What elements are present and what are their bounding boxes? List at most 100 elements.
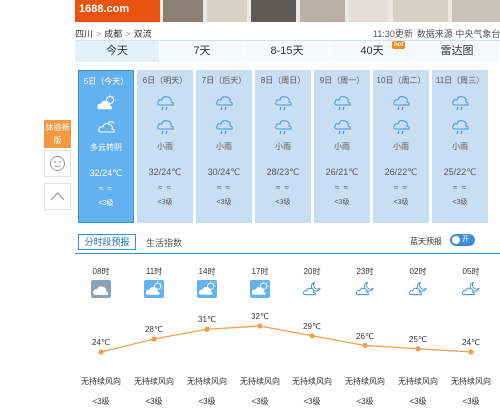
wind-direction-icon: ≈ ≈ bbox=[275, 183, 290, 192]
tab-7-days[interactable]: 7天 bbox=[160, 41, 245, 62]
hour-wind-level: <3级 bbox=[92, 397, 110, 406]
forecast-tabs: 今天 7天 8-15天 40天 雷达图 bbox=[75, 40, 500, 62]
day-weather: 多云转阴 bbox=[90, 143, 122, 152]
hour-wind-direction: 无持续风向 bbox=[292, 377, 332, 386]
day-temperature: 28/23℃ bbox=[266, 167, 300, 177]
day-column[interactable]: 11日（周三） 小雨 25/22℃ ≈ ≈ <3级 bbox=[432, 70, 488, 223]
day-date: 7日（后天） bbox=[201, 76, 247, 85]
temperature-data-label: 31℃ bbox=[198, 315, 216, 325]
light-rain-icon bbox=[390, 93, 412, 111]
day-temperature: 32/24℃ bbox=[89, 168, 123, 178]
overcast-icon bbox=[91, 280, 111, 298]
toggle-label: 开 bbox=[462, 236, 469, 243]
day-column[interactable]: 9日（周一） 小雨 26/21℃ ≈ ≈ <3级 bbox=[314, 70, 370, 223]
breadcrumb-province[interactable]: 四川 bbox=[75, 29, 93, 39]
data-source: 数据来源 中央气象台 bbox=[416, 29, 500, 39]
ad-image[interactable] bbox=[163, 0, 203, 22]
ad-image[interactable] bbox=[393, 0, 448, 22]
ad-image[interactable] bbox=[207, 0, 247, 22]
temperature-data-label: 32℃ bbox=[251, 312, 269, 321]
wind-level: <3级 bbox=[98, 200, 114, 207]
day-column[interactable]: 8日（周日） 小雨 28/23℃ ≈ ≈ <3级 bbox=[255, 70, 311, 223]
tab-today[interactable]: 今天 bbox=[75, 41, 160, 62]
day-date: 8日（周日） bbox=[260, 76, 306, 85]
day-column[interactable]: 10日（周二） 小雨 26/22℃ ≈ ≈ <3级 bbox=[373, 70, 429, 223]
hour-wind-level: <3级 bbox=[462, 397, 480, 406]
wind-level: <3级 bbox=[334, 199, 350, 206]
feedback-button[interactable] bbox=[44, 150, 71, 177]
blue-sky-toggle[interactable]: 开 bbox=[450, 234, 475, 246]
day-weather: 小雨 bbox=[452, 142, 468, 151]
temperature-point bbox=[257, 323, 263, 329]
temperature-data-label: 26℃ bbox=[356, 331, 374, 341]
day-date: 10日（周二） bbox=[376, 76, 426, 85]
partly-cloudy-icon bbox=[144, 280, 164, 298]
wind-level: <3级 bbox=[275, 199, 291, 206]
ad-image[interactable] bbox=[452, 0, 500, 22]
ad-logo[interactable]: 1688.com bbox=[75, 0, 160, 22]
hour-time: 02时 bbox=[409, 267, 427, 276]
ad-image[interactable] bbox=[349, 0, 389, 22]
hour-time: 08时 bbox=[92, 267, 110, 276]
temperature-point bbox=[468, 349, 474, 355]
temperature-point bbox=[151, 336, 157, 342]
toggle-knob bbox=[452, 236, 460, 244]
light-rain-icon bbox=[272, 117, 294, 135]
tab-radar[interactable]: 雷达图 bbox=[415, 41, 500, 62]
ad-image[interactable] bbox=[300, 0, 345, 22]
day-column[interactable]: 6日（明天） 小雨 32/24℃ ≈ ≈ <3级 bbox=[137, 70, 193, 223]
tab-hourly-forecast[interactable]: 分时段预报 bbox=[78, 234, 136, 250]
wind-level: <3级 bbox=[393, 199, 409, 206]
hour-wind-direction: 无持续风向 bbox=[187, 377, 227, 386]
day-weather: 小雨 bbox=[216, 142, 232, 151]
wind-direction-icon: ≈ ≈ bbox=[98, 184, 113, 193]
hour-wind-direction: 无持续风向 bbox=[81, 377, 121, 386]
day-column[interactable]: 7日（后天） 小雨 30/24℃ ≈ ≈ <3级 bbox=[196, 70, 252, 223]
partly-cloudy-icon bbox=[95, 94, 117, 112]
day-column[interactable]: 5日（今天） 多云转阴 32/24℃ ≈ ≈ <3级 bbox=[78, 70, 134, 223]
ad-image[interactable] bbox=[251, 0, 296, 22]
section-divider bbox=[75, 253, 500, 254]
smiley-icon bbox=[50, 156, 65, 171]
try-new-version-button[interactable]: 体验新版 bbox=[44, 120, 71, 148]
wind-level: <3级 bbox=[157, 199, 173, 206]
ad-banner[interactable]: 1688.com bbox=[75, 0, 500, 22]
light-rain-icon bbox=[331, 93, 353, 111]
partly-cloudy-night-icon bbox=[461, 280, 481, 298]
day-weather: 小雨 bbox=[393, 142, 409, 151]
day-temperature: 32/24℃ bbox=[148, 167, 182, 177]
hour-wind-level: <3级 bbox=[145, 397, 163, 406]
back-to-top-button[interactable] bbox=[44, 183, 71, 210]
hour-time: 17时 bbox=[251, 267, 269, 276]
temperature-data-label: 28℃ bbox=[145, 325, 163, 334]
breadcrumb-city[interactable]: 成都 bbox=[104, 29, 122, 39]
light-rain-icon bbox=[154, 93, 176, 111]
partly-cloudy-night-icon bbox=[302, 280, 322, 298]
hour-wind-level: <3级 bbox=[409, 397, 427, 406]
partly-cloudy-night-icon bbox=[408, 280, 428, 298]
hour-wind-direction: 无持续风向 bbox=[134, 377, 174, 386]
hour-wind-direction: 无持续风向 bbox=[345, 377, 385, 386]
light-rain-icon bbox=[154, 117, 176, 135]
temperature-point bbox=[204, 326, 210, 332]
hour-wind-level: <3级 bbox=[303, 397, 321, 406]
temperature-point bbox=[309, 333, 315, 339]
day-weather: 小雨 bbox=[157, 142, 173, 151]
tab-8-15-days[interactable]: 8-15天 bbox=[245, 41, 330, 62]
partly-cloudy-icon bbox=[250, 280, 270, 298]
partly-cloudy-icon bbox=[197, 280, 217, 298]
day-weather: 小雨 bbox=[275, 142, 291, 151]
tab-living-index[interactable]: 生活指数 bbox=[146, 236, 182, 249]
hour-wind-level: <3级 bbox=[198, 397, 216, 406]
temperature-line-chart bbox=[98, 323, 474, 355]
blue-sky-forecast-label: 蓝天预报 bbox=[410, 237, 442, 246]
hour-wind-direction: 无持续风向 bbox=[451, 377, 491, 386]
light-rain-icon bbox=[390, 117, 412, 135]
light-rain-icon bbox=[449, 117, 471, 135]
hot-badge: hot bbox=[392, 41, 406, 49]
partly-cloudy-night-icon bbox=[355, 280, 375, 298]
temperature-data-label: 24℃ bbox=[462, 338, 480, 347]
weather-page: 1688.com 四川 > 成都 > 双流 11:30更新 数据来源 中央气象台 今天 7… bbox=[0, 0, 500, 420]
temperature-data-label: 24℃ bbox=[92, 338, 110, 347]
wind-level: <3级 bbox=[452, 199, 468, 206]
